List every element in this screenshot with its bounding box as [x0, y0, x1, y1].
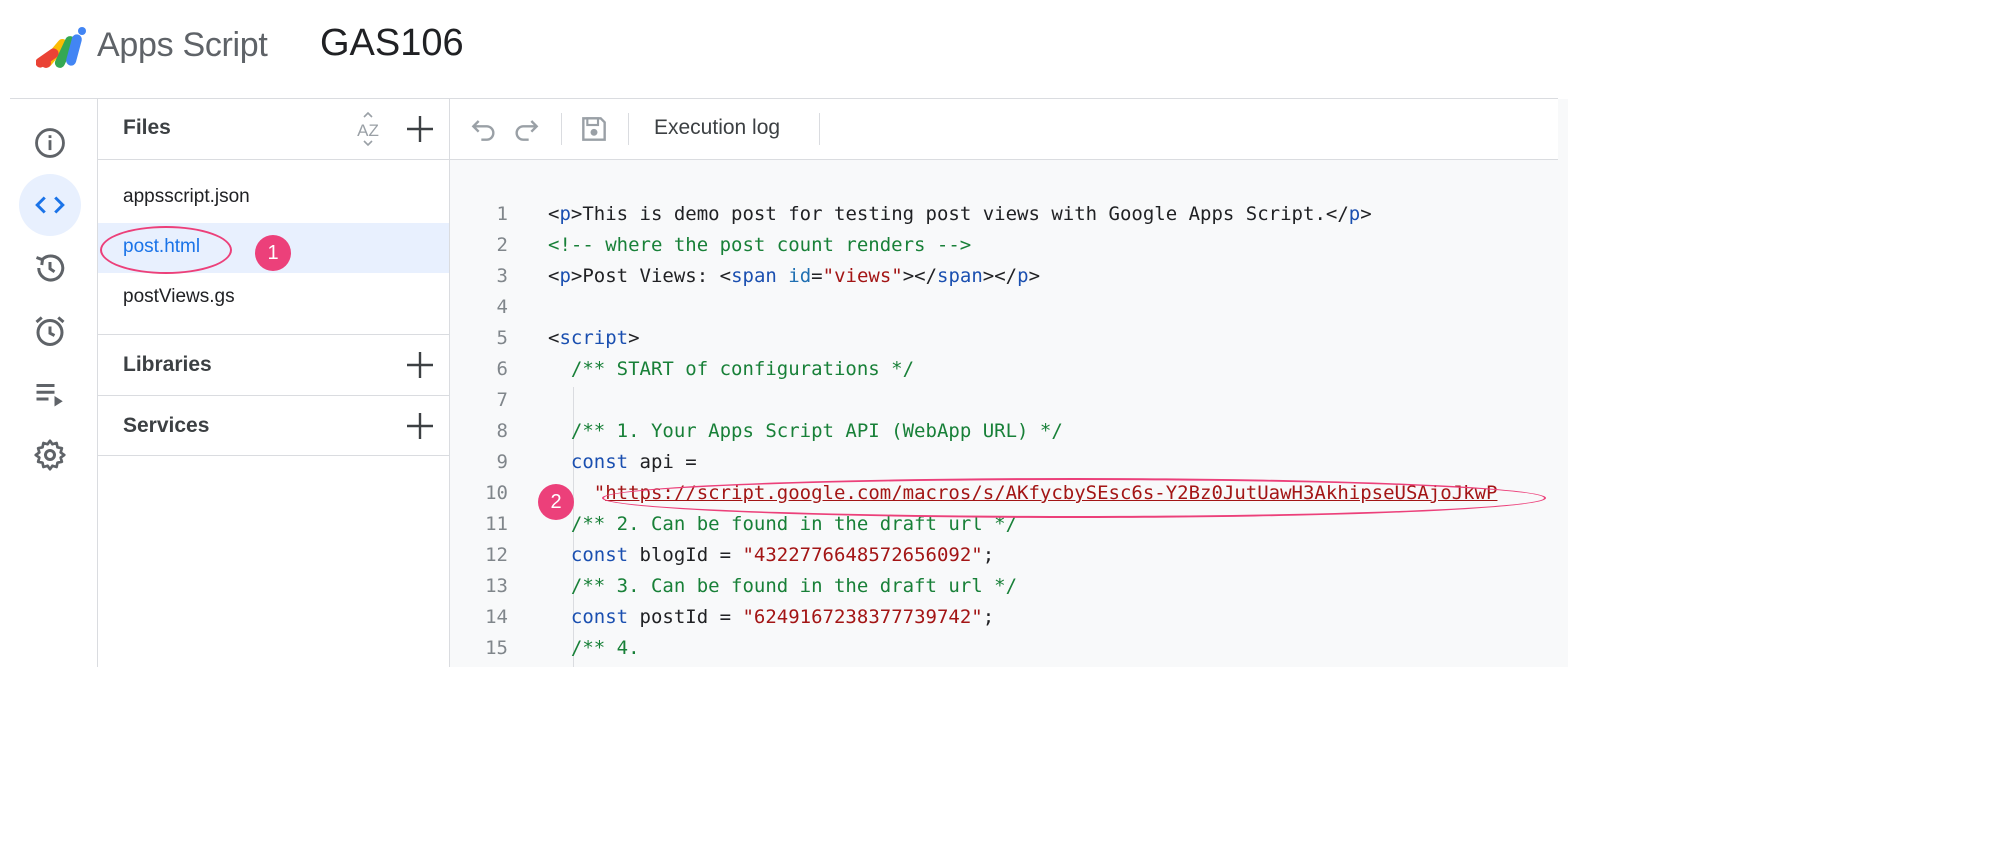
line-number: 8	[496, 420, 508, 442]
line-content: const api =	[570, 451, 697, 473]
rail-editor-button[interactable]	[19, 174, 81, 236]
toolbar-divider	[628, 113, 629, 145]
code-line[interactable]: 12 const blogId = "4322776648572656092";	[450, 540, 1568, 571]
project-name[interactable]: GAS106	[320, 22, 464, 65]
files-title: Files	[123, 116, 171, 139]
apps-script-logo-icon[interactable]	[36, 25, 88, 69]
line-number: 2	[496, 234, 508, 256]
rail-triggers-button[interactable]	[19, 300, 81, 362]
code-line[interactable]: 7	[450, 385, 1568, 416]
sort-az-icon: AZ	[357, 111, 379, 147]
services-section: Services	[98, 395, 449, 456]
app-header: Apps Script GAS106	[0, 0, 1568, 99]
line-number: 11	[485, 513, 508, 535]
line-content: /** 3. Can be found in the draft url */	[570, 575, 1018, 597]
line-number: 1	[496, 203, 508, 225]
line-content: <p>Post Views: <span id="views"></span><…	[548, 265, 1041, 287]
line-content: /** START of configurations */	[570, 358, 915, 380]
redo-icon[interactable]	[510, 113, 542, 145]
code-line[interactable]: 4	[450, 292, 1568, 323]
sort-az-label: AZ	[357, 121, 379, 140]
history-icon	[35, 254, 65, 282]
toolbar-divider	[819, 113, 820, 145]
editor-toolbar: Execution log	[450, 99, 1558, 160]
brand-name: Apps Script	[97, 26, 268, 64]
toolbar-divider	[561, 113, 562, 145]
line-number: 7	[496, 389, 508, 411]
code-line[interactable]: 6 /** START of configurations */	[450, 354, 1568, 385]
files-header: Files AZ	[98, 99, 449, 160]
execution-log-button[interactable]: Execution log	[654, 116, 780, 140]
undo-icon[interactable]	[468, 113, 500, 145]
executions-icon	[36, 384, 63, 407]
info-icon	[35, 128, 65, 158]
alarm-icon	[35, 316, 65, 346]
code-line[interactable]: 2 <!-- where the post count renders -->	[450, 230, 1568, 261]
file-name: postViews.gs	[123, 286, 235, 307]
line-content: <script>	[548, 327, 640, 349]
line-number: 6	[496, 358, 508, 380]
line-content: /** 4.	[570, 637, 640, 659]
code-line[interactable]: 8 /** 1. Your Apps Script API (WebApp UR…	[450, 416, 1568, 447]
code-line[interactable]: 3 <p>Post Views: <span id="views"></span>…	[450, 261, 1568, 292]
libraries-title: Libraries	[123, 353, 212, 376]
add-service-button[interactable]	[402, 408, 438, 444]
code-line[interactable]: 13 /** 3. Can be found in the draft url …	[450, 571, 1568, 602]
code-line[interactable]: 14 const postId = "6249167238377739742";	[450, 602, 1568, 633]
line-number: 14	[485, 606, 508, 628]
gear-icon	[34, 439, 66, 471]
add-file-button[interactable]	[402, 111, 438, 147]
line-number: 10	[485, 482, 508, 504]
highlight-oval-url	[602, 478, 1546, 518]
annotation-badge-2: 2	[538, 484, 574, 520]
plus-icon	[407, 352, 433, 378]
plus-icon	[407, 116, 433, 142]
rail-settings-button[interactable]	[19, 424, 81, 486]
file-item-appsscript-json[interactable]: appsscript.json	[98, 173, 449, 223]
line-number: 12	[485, 544, 508, 566]
line-content: const blogId = "4322776648572656092";	[570, 544, 995, 566]
services-title: Services	[123, 414, 210, 437]
file-name: appsscript.json	[123, 186, 250, 207]
services-divider	[98, 455, 449, 456]
line-number: 5	[496, 327, 508, 349]
line-content: /** 1. Your Apps Script API (WebApp URL)…	[570, 420, 1063, 442]
line-number: 9	[496, 451, 508, 473]
nav-rail	[0, 99, 98, 667]
line-number: 13	[485, 575, 508, 597]
rail-executions-button[interactable]	[19, 362, 81, 424]
line-content: <p>This is demo post for testing post vi…	[548, 203, 1372, 225]
code-icon	[35, 196, 65, 214]
line-content: const postId = "6249167238377739742";	[570, 606, 995, 628]
libraries-section: Libraries	[98, 334, 449, 395]
code-editor: Execution log 1 <p>This is demo post for …	[450, 99, 1568, 667]
line-number: 4	[496, 296, 508, 318]
line-number: 3	[496, 265, 508, 287]
save-icon[interactable]	[578, 113, 610, 145]
code-area[interactable]: 1 <p>This is demo post for testing post v…	[450, 199, 1568, 667]
file-item-postviews-gs[interactable]: postViews.gs	[98, 273, 449, 323]
line-number: 15	[485, 637, 508, 659]
plus-icon	[407, 413, 433, 439]
sort-files-button[interactable]: AZ	[350, 111, 386, 147]
files-panel: Files AZ appsscript.json post.html postV…	[98, 99, 450, 667]
rail-history-button[interactable]	[19, 237, 81, 299]
add-library-button[interactable]	[402, 347, 438, 383]
code-line[interactable]: 1 <p>This is demo post for testing post v…	[450, 199, 1568, 230]
highlight-oval-file	[100, 226, 232, 274]
code-line[interactable]: 15 /** 4.	[450, 633, 1568, 664]
rail-overview-button[interactable]	[19, 112, 81, 174]
annotation-badge-1: 1	[255, 235, 291, 271]
code-line[interactable]: 5 <script>	[450, 323, 1568, 354]
code-line[interactable]: 9 const api =	[450, 447, 1568, 478]
line-content: <!-- where the post count renders -->	[548, 234, 972, 256]
